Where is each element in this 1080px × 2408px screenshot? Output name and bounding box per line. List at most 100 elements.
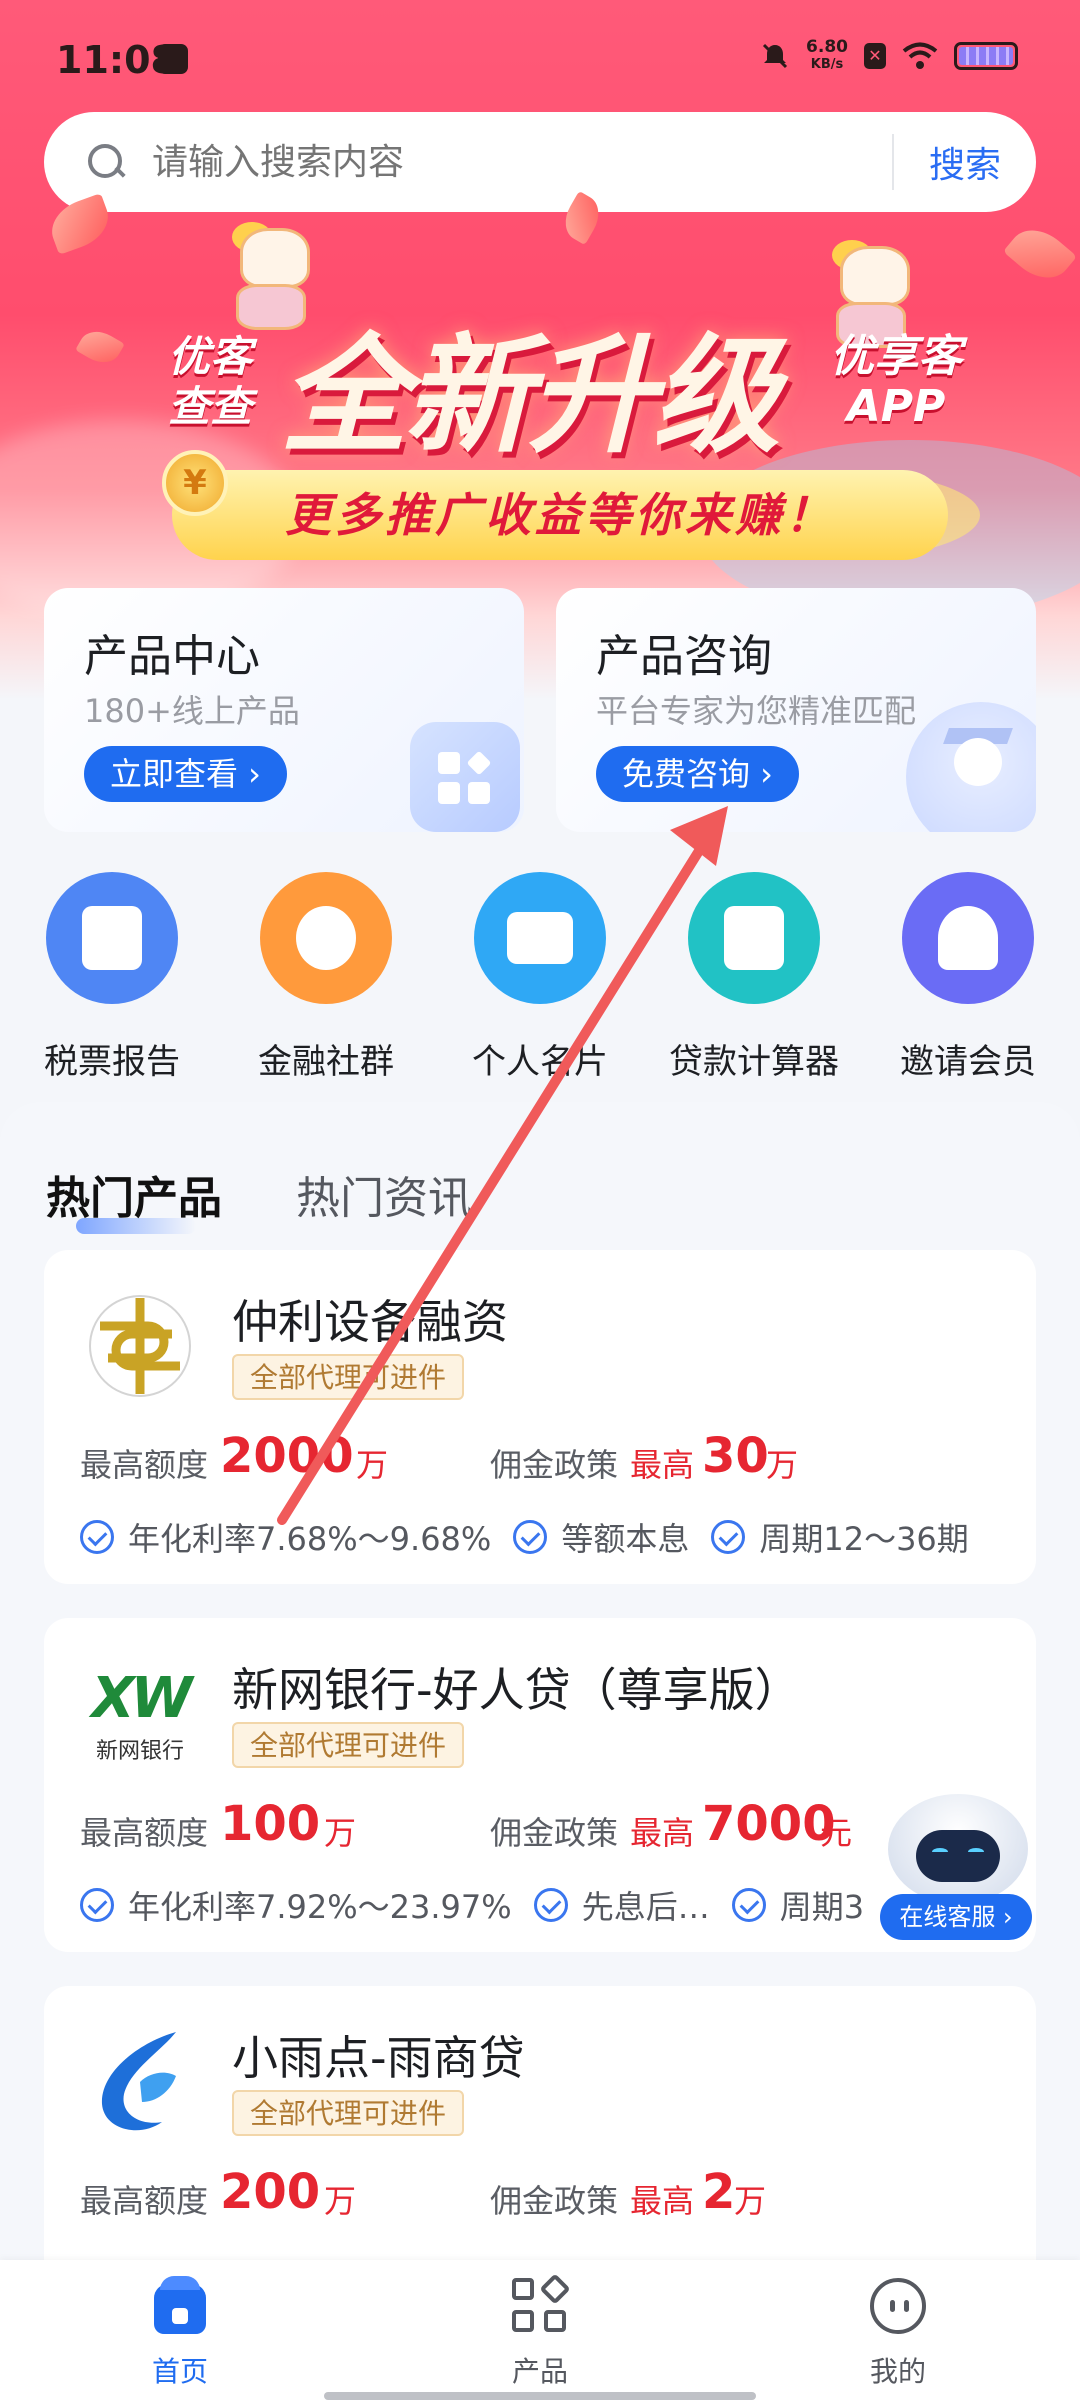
commission-prefix: 最高 bbox=[630, 1814, 695, 1852]
invite-member-icon bbox=[902, 872, 1034, 1004]
tab-hot-products[interactable]: 热门产品 bbox=[46, 1162, 222, 1234]
robot-icon bbox=[888, 1794, 1028, 1904]
card-subtitle: 平台专家为您精准匹配 bbox=[596, 692, 917, 730]
limit-label: 最高额度 bbox=[80, 2182, 209, 2220]
sim-icon: ✕ bbox=[864, 43, 886, 69]
limit-unit: 万 bbox=[356, 1446, 389, 1484]
commission-unit: 元 bbox=[820, 1814, 853, 1852]
nav-label: 我的 bbox=[869, 2355, 926, 2388]
product-name: 新网银行-好人贷（尊享版） bbox=[232, 1663, 801, 1717]
petal-decoration bbox=[1002, 217, 1078, 291]
check-circle-icon bbox=[533, 1888, 568, 1922]
nav-products[interactable]: 产品 bbox=[440, 2273, 640, 2390]
commission-value: 30 bbox=[702, 1428, 769, 1484]
limit-value: 100 bbox=[220, 1796, 321, 1852]
view-now-button[interactable]: 立即查看 › bbox=[84, 746, 287, 802]
nav-label: 首页 bbox=[151, 2355, 208, 2388]
check-circle-icon bbox=[80, 1888, 114, 1922]
feature-list: 年化利率7.92%～23.97% 先息后… 周期3 bbox=[80, 1880, 1020, 1930]
apps-grid-icon bbox=[510, 2273, 571, 2336]
status-indicators: 6.80 KB/s ✕ bbox=[760, 38, 1018, 74]
product-metrics: 最高额度 200 万 佣金政策 最高 2 万 bbox=[80, 2164, 1010, 2224]
tax-report-icon bbox=[46, 872, 178, 1004]
quick-action-business-card[interactable]: 个人名片 bbox=[440, 872, 640, 1083]
card-title: 产品中心 bbox=[84, 631, 260, 682]
banner-headline: 全新升级 bbox=[280, 322, 780, 471]
online-service-widget[interactable]: 在线客服 › bbox=[880, 1786, 1040, 1940]
promo-banner[interactable]: 优客 查查 全新升级 优享客 APP 更多推广收益等你来赚！ ¥ bbox=[0, 190, 1080, 592]
product-card[interactable]: 仲利设备融资 全部代理可进件 最高额度 2000 万 佣金政策 最高 30 万 … bbox=[44, 1250, 1036, 1584]
feature-item: 先息后… bbox=[533, 1882, 710, 1928]
commission-label: 佣金政策 bbox=[490, 1814, 619, 1852]
commission-unit: 万 bbox=[766, 1446, 799, 1484]
quick-action-label: 个人名片 bbox=[472, 1042, 608, 1082]
quick-action-finance-community[interactable]: 金融社群 bbox=[226, 872, 426, 1083]
petal-decoration bbox=[75, 324, 125, 370]
commission-prefix: 最高 bbox=[630, 2182, 695, 2220]
quick-action-tax-report[interactable]: 税票报告 bbox=[12, 872, 212, 1083]
feature-item: 等额本息 bbox=[513, 1514, 689, 1560]
nav-me[interactable]: 我的 bbox=[798, 2276, 998, 2390]
home-indicator bbox=[324, 2392, 756, 2400]
search-button[interactable]: 搜索 bbox=[894, 136, 1036, 188]
limit-unit: 万 bbox=[324, 2182, 357, 2220]
commission-label: 佣金政策 bbox=[490, 2182, 619, 2220]
status-bar: 11:08 6.80 KB/s ✕ bbox=[0, 0, 1080, 120]
card-subtitle: 180+线上产品 bbox=[84, 692, 300, 730]
commission-value: 7000 bbox=[702, 1796, 836, 1852]
check-circle-icon bbox=[731, 1888, 766, 1922]
limit-value: 200 bbox=[220, 2164, 321, 2220]
xiaoyudian-logo-icon bbox=[101, 2032, 176, 2131]
free-consult-button[interactable]: 免费咨询 › bbox=[596, 746, 799, 802]
check-circle-icon bbox=[80, 1520, 114, 1554]
zhongli-logo-icon bbox=[89, 1295, 191, 1397]
quick-action-calculator[interactable]: 贷款计算器 bbox=[654, 872, 854, 1083]
banner-slogan: 更多推广收益等你来赚！ bbox=[172, 470, 948, 560]
commission-value: 2 bbox=[702, 2164, 736, 2220]
battery-icon bbox=[954, 42, 1018, 70]
banner-brand-right: 优享客 APP bbox=[830, 331, 962, 432]
feature-item: 年化利率7.92%～23.97% bbox=[80, 1882, 512, 1928]
product-name: 仲利设备融资 bbox=[232, 1295, 508, 1349]
tab-hot-news[interactable]: 热门资讯 bbox=[296, 1162, 472, 1226]
commission-prefix: 最高 bbox=[630, 1446, 695, 1484]
product-consult-card[interactable]: 产品咨询 平台专家为您精准匹配 免费咨询 › bbox=[556, 588, 1036, 832]
finance-community-icon bbox=[260, 872, 392, 1004]
home-icon bbox=[154, 2276, 206, 2334]
check-circle-icon bbox=[711, 1520, 746, 1554]
commission-label: 佣金政策 bbox=[490, 1446, 619, 1484]
feature-item: 周期12～36期 bbox=[711, 1514, 969, 1560]
product-tag: 全部代理可进件 bbox=[232, 1722, 465, 1768]
limit-label: 最高额度 bbox=[80, 1446, 209, 1484]
content-tabs: 热门产品 热门资讯 bbox=[46, 1146, 472, 1234]
check-circle-icon bbox=[513, 1520, 548, 1554]
nav-home[interactable]: 首页 bbox=[80, 2276, 280, 2390]
banner-brand-left: 优客 查查 bbox=[168, 332, 253, 431]
xinwang-bank-logo-icon: XW 新网银行 bbox=[91, 1666, 193, 1764]
quick-action-invite-member[interactable]: 邀请会员 bbox=[868, 872, 1068, 1083]
product-metrics: 最高额度 100 万 佣金政策 最高 7000 元 bbox=[80, 1796, 1010, 1856]
nav-label: 产品 bbox=[511, 2355, 568, 2388]
quick-action-label: 邀请会员 bbox=[900, 1042, 1036, 1082]
network-speed: 6.80 KB/s bbox=[806, 37, 848, 72]
wifi-icon bbox=[902, 42, 938, 69]
product-tag: 全部代理可进件 bbox=[232, 2090, 465, 2136]
limit-label: 最高额度 bbox=[80, 1814, 209, 1852]
business-card-icon bbox=[474, 872, 606, 1004]
advisor-avatar-icon bbox=[906, 702, 1036, 832]
online-service-button[interactable]: 在线客服 › bbox=[880, 1894, 1032, 1940]
quick-action-label: 金融社群 bbox=[258, 1042, 394, 1082]
quick-action-label: 贷款计算器 bbox=[669, 1042, 839, 1082]
product-name: 小雨点-雨商贷 bbox=[232, 2031, 525, 2085]
bottom-nav: 首页 产品 我的 bbox=[0, 2260, 1080, 2408]
search-bar[interactable]: 搜索 bbox=[44, 112, 1036, 212]
limit-value: 2000 bbox=[220, 1428, 354, 1484]
calculator-icon bbox=[688, 872, 820, 1004]
product-center-card[interactable]: 产品中心 180+线上产品 立即查看 › bbox=[44, 588, 524, 832]
coin-icon: ¥ bbox=[162, 450, 228, 516]
search-icon bbox=[86, 142, 126, 182]
product-metrics: 最高额度 2000 万 佣金政策 最高 30 万 bbox=[80, 1428, 1010, 1488]
feature-list: 年化利率7.68%～9.68% 等额本息 周期12～36期 bbox=[80, 1512, 1020, 1562]
quick-action-label: 税票报告 bbox=[44, 1042, 180, 1082]
search-input[interactable] bbox=[152, 141, 892, 183]
